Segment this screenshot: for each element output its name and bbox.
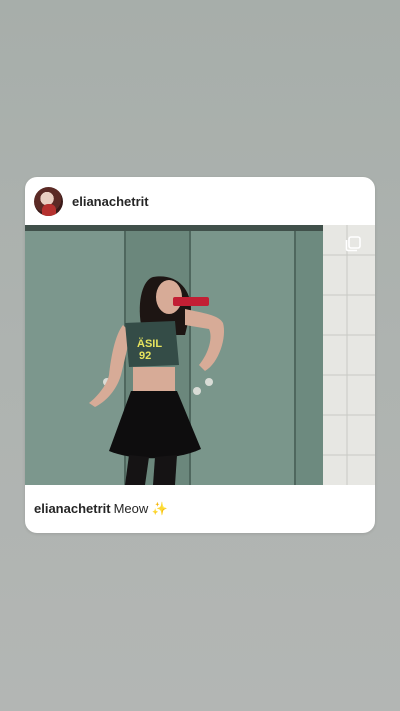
svg-text:ÄSIL: ÄSIL bbox=[137, 337, 162, 350]
post-caption: elianachetrit Meow ✨ bbox=[34, 501, 168, 517]
caption-text: Meow ✨ bbox=[113, 501, 169, 516]
post-header: elianachetrit bbox=[25, 177, 375, 225]
avatar[interactable] bbox=[34, 186, 63, 216]
svg-text:92: 92 bbox=[139, 350, 151, 362]
caption-username[interactable]: elianachetrit bbox=[34, 501, 111, 516]
shared-post-card[interactable]: elianachetrit ÄSIL 92 elianachetrit Meow… bbox=[25, 177, 375, 533]
mirror-selfie-photo: ÄSIL 92 bbox=[25, 225, 375, 485]
post-username[interactable]: elianachetrit bbox=[72, 194, 149, 209]
multiple-photos-icon[interactable] bbox=[345, 236, 361, 252]
post-photo[interactable]: ÄSIL 92 bbox=[25, 225, 375, 485]
